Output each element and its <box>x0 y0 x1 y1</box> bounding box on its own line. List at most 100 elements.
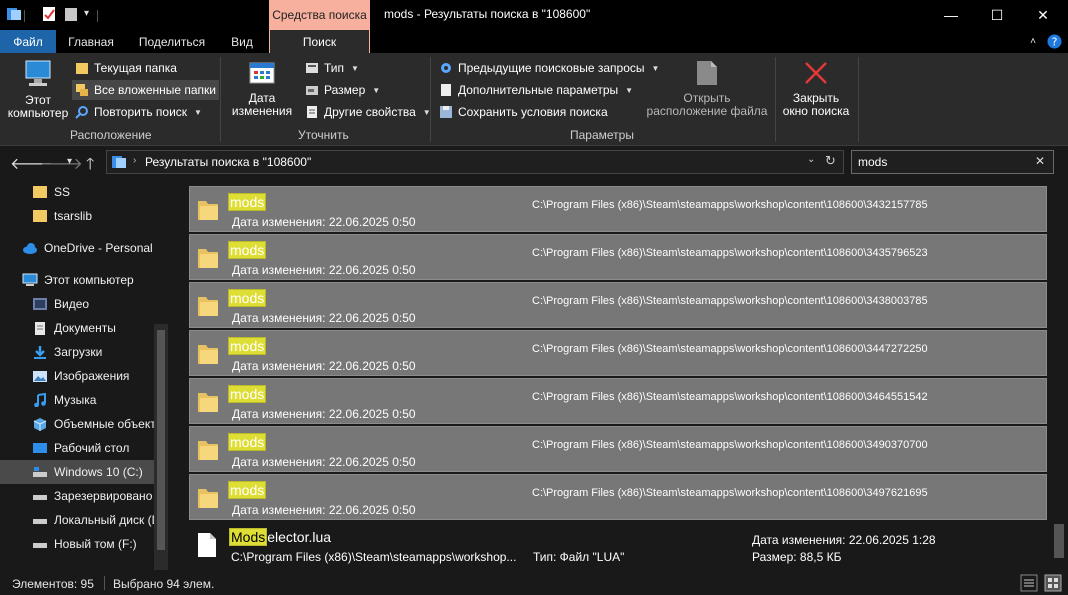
search-tools-context-tab[interactable]: Средства поиска <box>269 0 370 30</box>
search-input[interactable]: mods <box>858 155 887 169</box>
tab-file[interactable]: Файл <box>0 30 56 53</box>
breadcrumb-chevron-icon[interactable]: › <box>133 155 136 166</box>
search-results-icon <box>112 156 126 168</box>
address-dropdown-icon[interactable]: ⌄ <box>807 154 815 165</box>
item-date: Дата изменения: 22.06.2025 0:50 <box>232 215 416 229</box>
close-search-button[interactable]: Закрыть окно поиска <box>780 57 852 118</box>
computer-icon <box>25 60 51 86</box>
size-button[interactable]: Размер ▼ <box>302 80 383 100</box>
new-folder-icon[interactable] <box>63 6 79 22</box>
list-item-file[interactable]: Mods elector.lua C:\Program Files (x86)\S… <box>189 526 1047 571</box>
tab-search[interactable]: Поиск <box>269 30 370 53</box>
drive-icon <box>33 467 47 477</box>
collapse-ribbon-icon[interactable]: ˄ <box>1024 30 1042 53</box>
list-item[interactable]: mods Дата изменения: 22.06.2025 0:50 C:\… <box>189 474 1047 520</box>
refresh-icon[interactable]: ↻ <box>825 153 836 169</box>
list-item[interactable]: mods Дата изменения: 22.06.2025 0:50 C:\… <box>189 282 1047 328</box>
sidebar-item-label: Изображения <box>54 369 130 383</box>
item-type: Тип: Файл "LUA" <box>533 550 625 564</box>
list-item[interactable]: mods Дата изменения: 22.06.2025 0:50 C:\… <box>189 426 1047 472</box>
all-subfolders-button[interactable]: Все вложенные папки <box>72 80 219 100</box>
ribbon: Этот компьютер Текущая папка Все вложенн… <box>0 53 1068 146</box>
sidebar-scrollbar[interactable] <box>154 324 168 570</box>
save-search-label: Сохранить условия поиска <box>458 105 608 119</box>
close-button[interactable]: ✕ <box>1020 0 1066 30</box>
document-icon <box>441 84 451 96</box>
results-scrollbar[interactable] <box>1050 178 1068 571</box>
repeat-search-button[interactable]: Повторить поиск ▼ <box>72 102 205 122</box>
item-name: mods <box>228 433 267 451</box>
clear-search-icon[interactable]: ✕ <box>1035 154 1045 168</box>
date-modified-label-2: изменения <box>231 104 293 118</box>
properties-icon[interactable] <box>41 6 57 22</box>
folder-icon <box>198 393 218 412</box>
sidebar-item-desktop[interactable]: Рабочий стол <box>0 436 154 460</box>
drive-icon <box>33 543 47 548</box>
folder-icon <box>198 297 218 316</box>
sidebar-item-label: Рабочий стол <box>54 441 130 455</box>
search-results: mods Дата изменения: 22.06.2025 0:50 C:\… <box>169 178 1068 571</box>
explorer-icon[interactable] <box>6 6 22 22</box>
sidebar-item-label: Музыка <box>54 393 97 407</box>
other-properties-label: Другие свойства <box>324 105 416 119</box>
sidebar-scroll-thumb[interactable] <box>157 330 165 550</box>
recent-searches-button[interactable]: Предыдущие поисковые запросы ▼ <box>436 58 662 78</box>
tab-view[interactable]: Вид <box>222 30 262 53</box>
sidebar-item-local-d[interactable]: Локальный диск (D:) <box>0 508 154 532</box>
advanced-options-button[interactable]: Дополнительные параметры ▼ <box>436 80 636 100</box>
sidebar-item-3d-objects[interactable]: Объемные объекты <box>0 412 154 436</box>
repeat-search-label: Повторить поиск <box>94 105 188 119</box>
sidebar-item-volume-f[interactable]: Новый том (F:) <box>0 532 154 556</box>
sidebar-item-videos[interactable]: Видео <box>0 292 154 316</box>
divider <box>97 10 98 22</box>
recent-searches-label: Предыдущие поисковые запросы <box>458 61 645 75</box>
sidebar-item-downloads[interactable]: Загрузки <box>0 340 154 364</box>
details-view-icon[interactable] <box>1020 574 1038 592</box>
sidebar-item-this-pc[interactable]: Этот компьютер <box>0 268 154 292</box>
sidebar-item-pictures[interactable]: Изображения <box>0 364 154 388</box>
search-box[interactable]: mods ✕ <box>851 150 1054 174</box>
item-date: Дата изменения: 22.06.2025 0:50 <box>232 455 416 469</box>
minimize-button[interactable]: — <box>928 0 974 30</box>
open-file-location-button[interactable]: Открыть расположение файла <box>646 57 768 118</box>
title-bar: ▾ Средства поиска mods - Результаты поис… <box>0 0 1068 30</box>
sidebar-item-music[interactable]: Музыка <box>0 388 154 412</box>
current-folder-label: Текущая папка <box>94 61 177 75</box>
sidebar-item-label: Локальный диск (D:) <box>54 513 154 527</box>
recent-locations-chevron-icon[interactable]: ▾ <box>67 156 72 167</box>
sidebar-item-onedrive[interactable]: OneDrive - Personal <box>0 236 154 260</box>
sidebar-item-windows-c[interactable]: Windows 10 (C:) <box>0 460 154 484</box>
kind-button[interactable]: Тип ▼ <box>302 58 362 78</box>
sidebar-item-tsarslib[interactable]: tsarslib <box>0 204 154 228</box>
divider <box>24 10 25 22</box>
close-icon <box>805 62 827 84</box>
sidebar-item-label: Этот компьютер <box>44 273 134 287</box>
forward-arrow-icon[interactable]: 🡒 <box>40 153 83 174</box>
sidebar-item-label: Зарезервировано <box>54 489 153 503</box>
help-icon[interactable]: ? <box>1047 34 1062 49</box>
list-item[interactable]: mods Дата изменения: 22.06.2025 0:50 C:\… <box>189 186 1047 232</box>
image-icon <box>33 371 47 382</box>
list-item[interactable]: mods Дата изменения: 22.06.2025 0:50 C:\… <box>189 378 1047 424</box>
sidebar-item-reserved[interactable]: Зарезервировано <box>0 484 154 508</box>
up-arrow-icon[interactable]: 🡑 <box>86 153 94 180</box>
current-folder-button[interactable]: Текущая папка <box>72 58 180 78</box>
sidebar-item-documents[interactable]: Документы <box>0 316 154 340</box>
other-properties-button[interactable]: Другие свойства ▼ <box>302 102 434 122</box>
sidebar-item-ss[interactable]: SS <box>0 180 154 204</box>
list-item[interactable]: mods Дата изменения: 22.06.2025 0:50 C:\… <box>189 234 1047 280</box>
results-scroll-thumb[interactable] <box>1054 524 1064 558</box>
save-search-button[interactable]: Сохранить условия поиска <box>436 102 611 122</box>
list-item[interactable]: mods Дата изменения: 22.06.2025 0:50 C:\… <box>189 330 1047 376</box>
maximize-button[interactable]: ☐ <box>974 0 1020 30</box>
customize-quick-access-icon[interactable]: ▾ <box>84 8 89 24</box>
large-icons-view-icon[interactable] <box>1044 574 1062 592</box>
tab-share[interactable]: Поделиться <box>132 30 212 53</box>
size-icon <box>306 86 318 95</box>
file-icon <box>198 533 216 557</box>
tab-home[interactable]: Главная <box>60 30 122 53</box>
item-path: C:\Program Files (x86)\Steam\steamapps\w… <box>532 247 928 259</box>
date-modified-button[interactable]: Дата изменения <box>226 57 298 118</box>
this-pc-button[interactable]: Этот компьютер <box>6 57 70 120</box>
address-bar[interactable]: › Результаты поиска в "108600" ⌄ ↻ <box>106 150 844 174</box>
